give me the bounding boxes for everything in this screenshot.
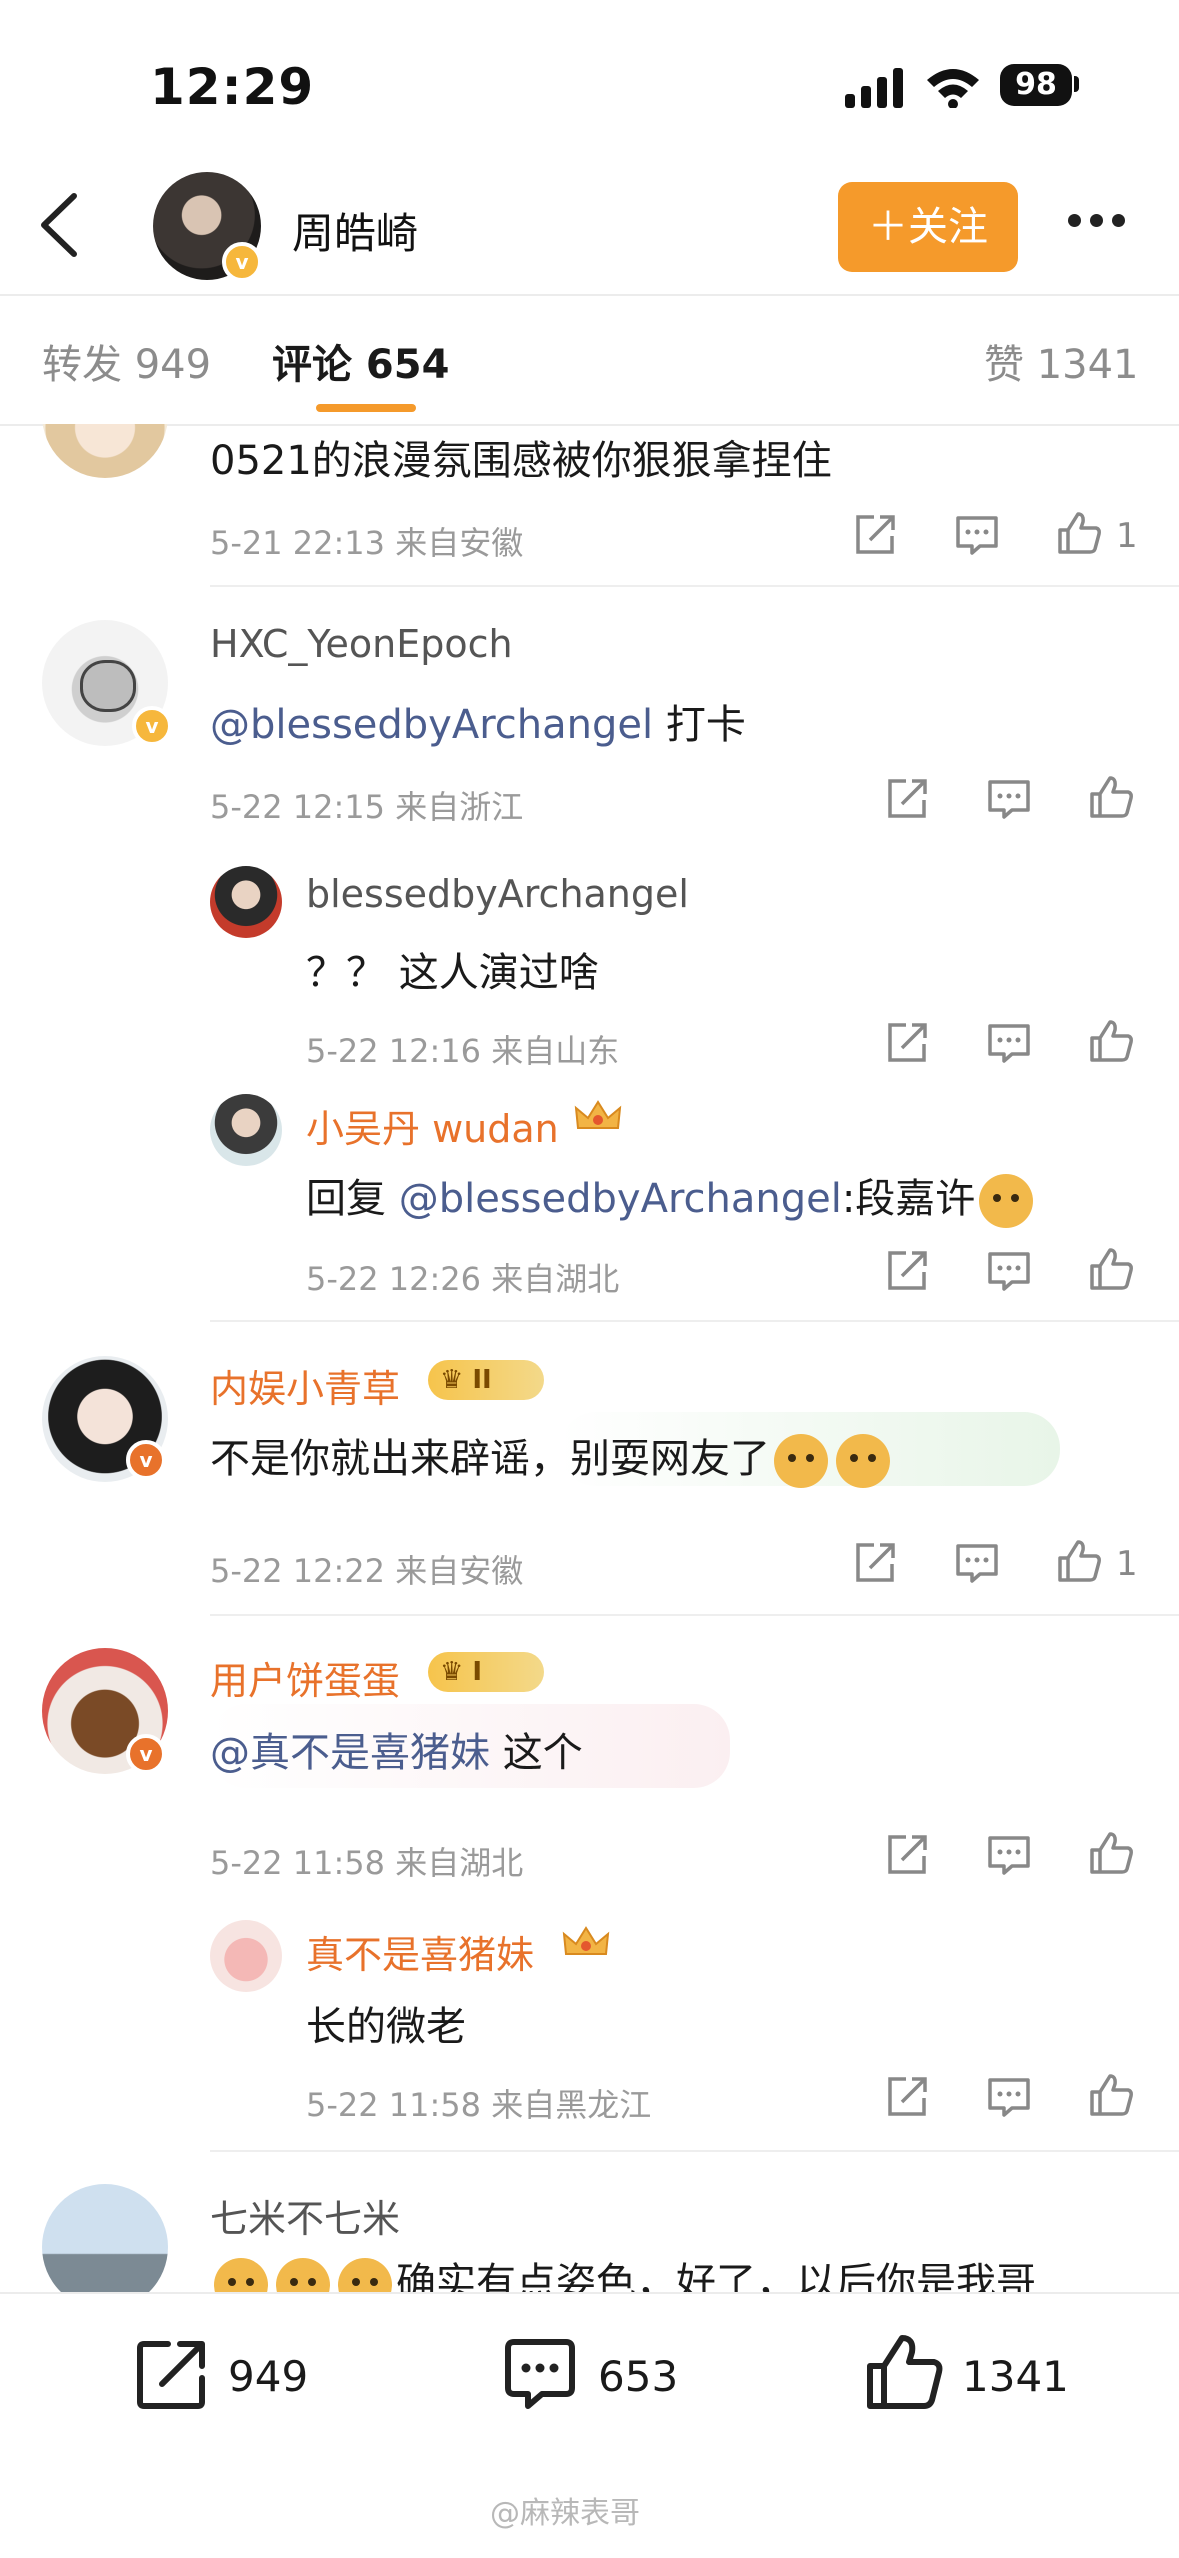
comment-text: @blessedbyArchangel 打卡 <box>210 702 746 748</box>
dog-emoji-icon <box>979 1174 1034 1228</box>
reply-icon[interactable] <box>986 776 1032 822</box>
comment-text: 0521的浪漫氛围感被你狠狠拿捏住 <box>210 438 832 484</box>
reply-username[interactable]: 小吴丹 wudan <box>306 1098 559 1153</box>
dog-emoji-icon <box>836 1434 890 1488</box>
reply-icon[interactable] <box>986 1248 1032 1294</box>
watermark: @麻辣表哥 <box>490 2496 640 2531</box>
reply-avatar[interactable] <box>210 1920 282 1992</box>
like-count: 1 <box>1116 1544 1138 1584</box>
like-icon[interactable] <box>1056 1538 1102 1584</box>
status-time: 12:29 <box>150 58 315 116</box>
member-level-badge: ♛ II <box>428 1360 544 1400</box>
like-icon[interactable] <box>1088 774 1134 820</box>
reply-meta: 5-22 12:26 来自湖北 <box>306 1260 620 1298</box>
like-count[interactable]: 1341 <box>962 2352 1069 2401</box>
comment-separator <box>210 1614 1179 1616</box>
more-options-icon[interactable] <box>1068 212 1134 240</box>
tab-repost[interactable]: 转发 949 <box>42 332 211 390</box>
like-icon[interactable] <box>1088 2072 1134 2118</box>
verified-badge-icon: v <box>222 242 262 282</box>
comment-username[interactable]: HXC_YeonEpoch <box>210 622 513 666</box>
reply-icon[interactable] <box>954 1540 1000 1586</box>
repost-icon[interactable] <box>884 1832 930 1878</box>
signal-icon <box>845 68 903 108</box>
reply-meta: 5-22 12:16 来自山东 <box>306 1032 620 1070</box>
comment-meta: 5-22 11:58 来自湖北 <box>210 1844 524 1882</box>
reply-text: 长的微老 <box>306 2004 466 2050</box>
reply-avatar[interactable] <box>210 1094 282 1166</box>
battery-indicator: 98 <box>1000 64 1072 106</box>
comment-username[interactable]: 内娱小青草 <box>210 1358 400 1413</box>
like-icon[interactable] <box>864 2332 944 2412</box>
repost-icon[interactable] <box>852 512 898 558</box>
verified-badge-icon: v <box>126 1440 166 1480</box>
reply-text: 回复 @blessedbyArchangel:段嘉许 <box>306 1166 1037 1228</box>
reply-avatar[interactable] <box>210 866 282 938</box>
comment-count[interactable]: 653 <box>598 2352 678 2401</box>
reply-text: ？？ 这人演过啥 <box>306 950 599 996</box>
comment-separator <box>210 1320 1179 1322</box>
verified-badge-icon: v <box>132 706 172 746</box>
reply-icon[interactable] <box>986 2074 1032 2120</box>
like-count: 1 <box>1116 516 1138 556</box>
reply-username[interactable]: 真不是喜猪妹 <box>306 1924 534 1979</box>
member-level-badge: ♛ I <box>428 1652 544 1692</box>
mention-link[interactable]: @blessedbyArchangel <box>210 702 653 748</box>
reply-username[interactable]: blessedbyArchangel <box>306 872 689 916</box>
profile-name[interactable]: 周皓崎 <box>292 200 418 261</box>
back-arrow-icon[interactable] <box>30 190 90 260</box>
reply-icon[interactable] <box>986 1832 1032 1878</box>
comment-username[interactable]: 七米不七米 <box>210 2188 400 2243</box>
vip-crown-icon <box>574 1100 622 1129</box>
comment-meta: 5-22 12:15 来自浙江 <box>210 788 524 826</box>
repost-icon[interactable] <box>134 2336 210 2412</box>
comment-separator <box>210 585 1179 587</box>
mention-link[interactable]: @blessedbyArchangel <box>399 1176 842 1222</box>
repost-icon[interactable] <box>884 1020 930 1066</box>
like-icon[interactable] <box>1088 1246 1134 1292</box>
repost-icon[interactable] <box>884 1248 930 1294</box>
header-divider <box>0 294 1179 296</box>
comment-separator <box>210 2150 1179 2152</box>
verified-badge-icon: v <box>126 1734 166 1774</box>
comment-avatar[interactable] <box>42 424 168 478</box>
like-icon[interactable] <box>1088 1830 1134 1876</box>
comment-meta: 5-22 12:22 来自安徽 <box>210 1552 524 1590</box>
dog-emoji-icon <box>774 1434 828 1488</box>
tab-likes[interactable]: 赞 1341 <box>984 332 1139 390</box>
wifi-icon <box>927 69 979 108</box>
comment-icon[interactable] <box>502 2336 578 2412</box>
like-icon[interactable] <box>1056 510 1102 556</box>
active-tab-indicator <box>316 404 416 412</box>
vip-crown-icon <box>562 1926 610 1955</box>
tab-comments[interactable]: 评论 654 <box>272 332 449 390</box>
follow-button[interactable]: ＋关注 <box>838 182 1018 272</box>
like-icon[interactable] <box>1088 1018 1134 1064</box>
reply-icon[interactable] <box>954 512 1000 558</box>
repost-icon[interactable] <box>884 776 930 822</box>
tabs-divider <box>0 424 1179 426</box>
comment-username[interactable]: 用户饼蛋蛋 <box>210 1650 400 1705</box>
reply-meta: 5-22 11:58 来自黑龙江 <box>306 2086 652 2124</box>
comment-meta: 5-21 22:13 来自安徽 <box>210 524 524 562</box>
repost-icon[interactable] <box>884 2074 930 2120</box>
repost-count[interactable]: 949 <box>228 2352 308 2401</box>
battery-nub <box>1074 76 1079 92</box>
reply-icon[interactable] <box>986 1020 1032 1066</box>
comment-text: 不是你就出来辟谣，别耍网友了 <box>210 1426 894 1488</box>
repost-icon[interactable] <box>852 1540 898 1586</box>
comment-text: @真不是喜猪妹 这个 <box>210 1730 583 1776</box>
mention-link[interactable]: @真不是喜猪妹 <box>210 1730 490 1776</box>
